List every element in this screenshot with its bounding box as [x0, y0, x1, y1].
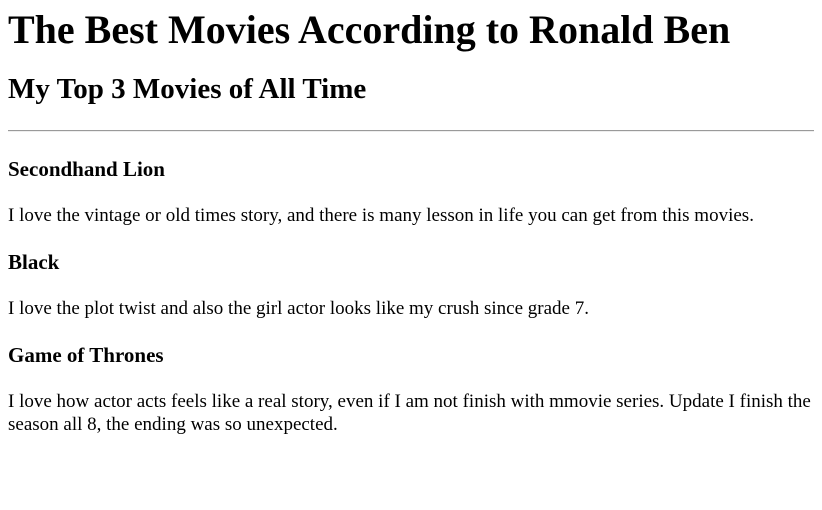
movie-description: I love the vintage or old times story, a… — [8, 205, 754, 226]
divider — [8, 130, 814, 132]
movie-item-game-of-thrones: Game of Thrones I love how actor acts fe… — [8, 343, 814, 436]
movie-title: Black — [8, 250, 60, 274]
movie-item-secondhand-lion: Secondhand Lion I love the vintage or ol… — [8, 157, 814, 227]
movie-description: I love the plot twist and also the girl … — [8, 298, 589, 319]
movie-title: Secondhand Lion — [8, 157, 165, 181]
movie-title: Game of Thrones — [8, 343, 164, 367]
movie-item-black: Black I love the plot twist and also the… — [8, 250, 814, 320]
page-title: The Best Movies According to Ronald Ben — [8, 7, 731, 52]
movie-description: I love how actor acts feels like a real … — [8, 391, 811, 435]
page-subtitle: My Top 3 Movies of All Time — [8, 73, 367, 105]
